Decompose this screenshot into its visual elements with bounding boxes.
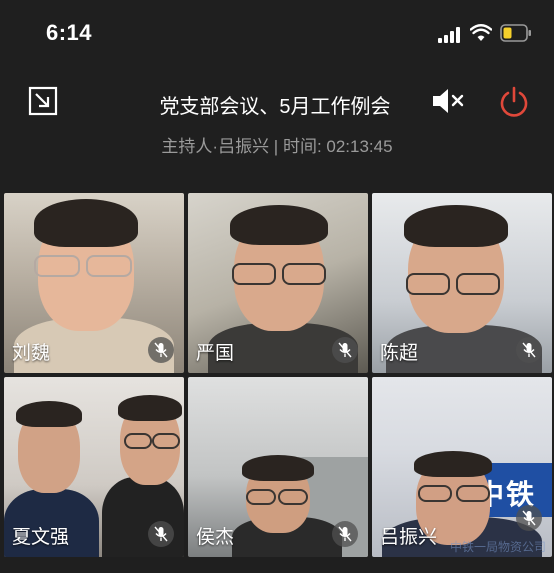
participant-name: 侯杰 [196, 527, 235, 548]
participant-name: 陈超 [380, 343, 419, 364]
mic-muted-icon[interactable] [516, 337, 542, 363]
meeting-header: 党支部会议、5月工作例会 主持人·吕振兴 | 时间: 02:13:45 [0, 68, 554, 188]
mic-muted-icon[interactable] [332, 521, 358, 547]
cellular-signal-icon [438, 27, 464, 43]
wifi-icon [470, 24, 492, 41]
participant-name: 严国 [196, 343, 235, 364]
participant-name: 吕振兴 [380, 527, 438, 548]
video-tile[interactable]: 严国 [188, 193, 368, 373]
video-grid: 刘魏 严国 陈超 夏文强 侯杰 中铁 吕振兴 中铁一局物资公司 [4, 193, 552, 571]
video-tile[interactable]: 刘魏 [4, 193, 184, 373]
battery-icon [500, 24, 531, 42]
meeting-host-and-duration: 主持人·吕振兴 | 时间: 02:13:45 [161, 137, 393, 156]
watermark: 中铁一局物资公司 [449, 540, 546, 554]
power-icon[interactable] [498, 86, 530, 118]
video-tile[interactable]: 陈超 [372, 193, 552, 373]
mic-muted-icon[interactable] [148, 337, 174, 363]
mic-muted-icon[interactable] [332, 337, 358, 363]
meeting-title: 党支部会议、5月工作例会 [159, 96, 391, 118]
participant-name: 刘魏 [12, 343, 51, 364]
mic-muted-icon[interactable] [148, 521, 174, 547]
video-tile[interactable]: 侯杰 [188, 377, 368, 557]
status-time: 6:14 [46, 20, 93, 45]
participant-name: 夏文强 [12, 527, 70, 548]
exit-fullscreen-icon[interactable] [28, 86, 58, 116]
status-bar: 6:14 [0, 0, 554, 68]
video-tile[interactable]: 夏文强 [4, 377, 184, 557]
speaker-muted-icon[interactable] [430, 86, 466, 116]
video-tile[interactable]: 中铁 吕振兴 中铁一局物资公司 [372, 377, 552, 557]
mic-muted-icon[interactable] [516, 505, 542, 531]
